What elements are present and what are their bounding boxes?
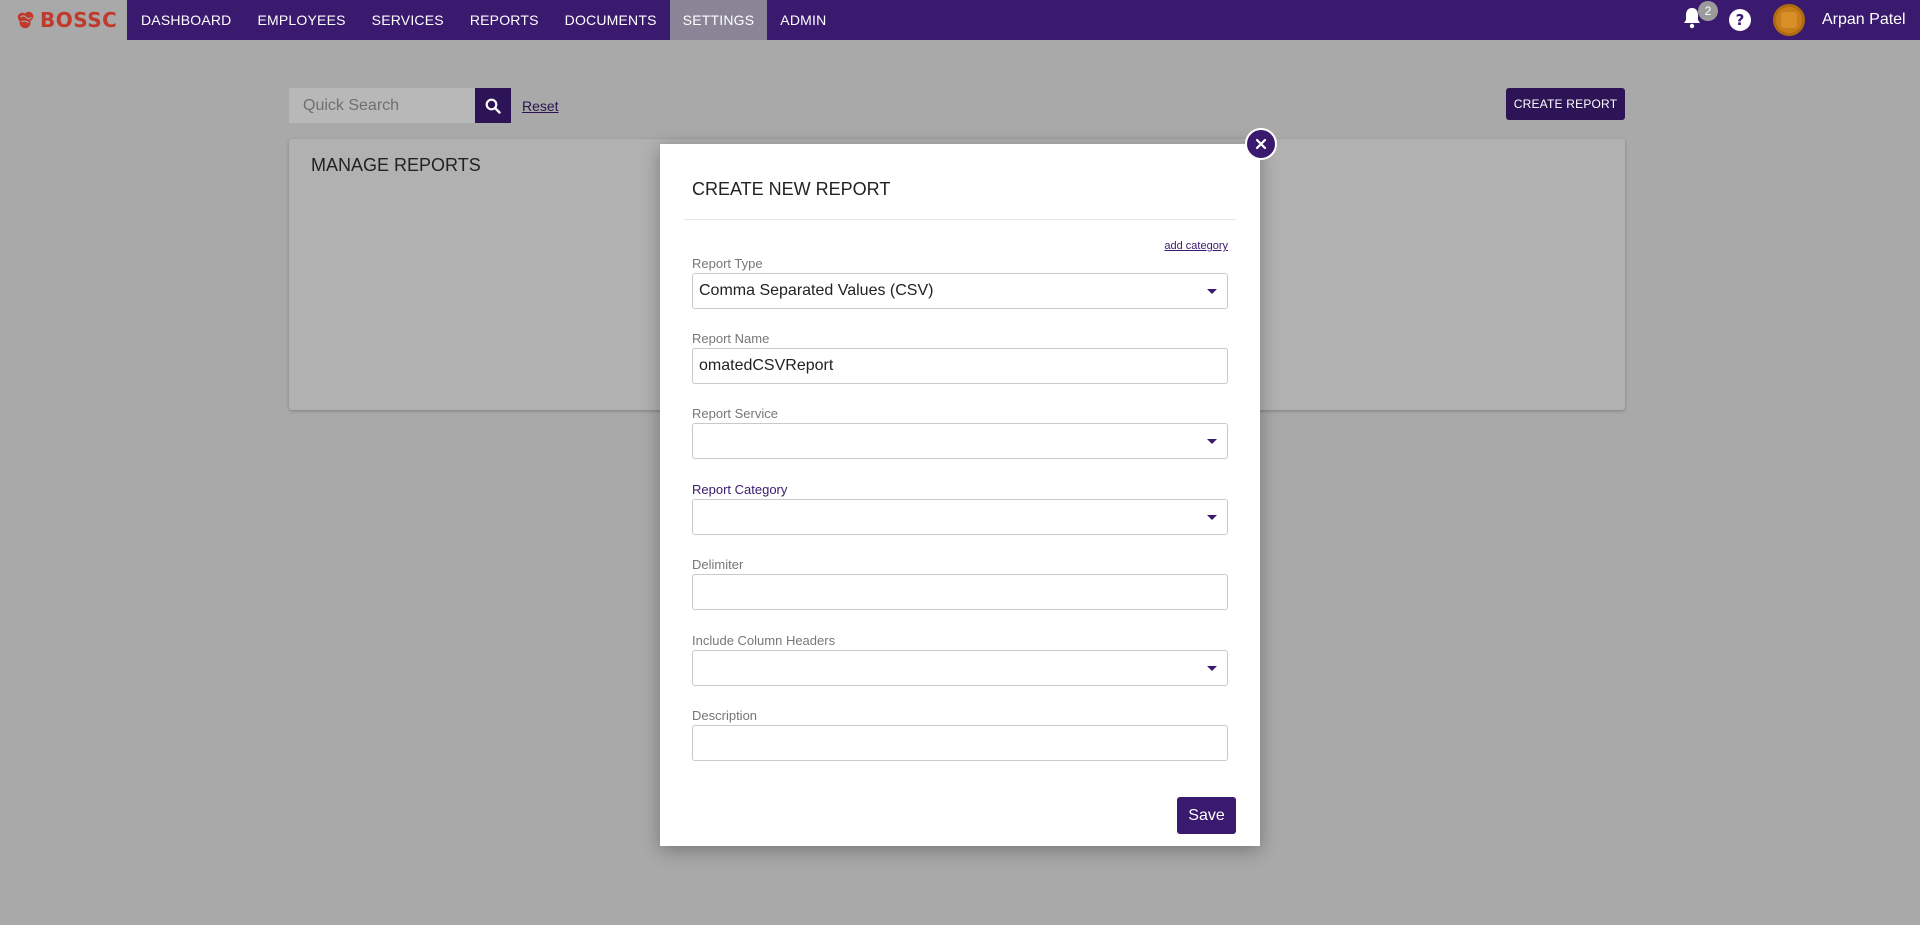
nav-item-dashboard[interactable]: DASHBOARD xyxy=(128,0,244,40)
reset-link[interactable]: Reset xyxy=(522,98,559,114)
description-label: Description xyxy=(692,708,758,723)
brand-name: BOSSC xyxy=(40,8,118,32)
report-name-input[interactable] xyxy=(692,348,1228,384)
caret-down-icon xyxy=(1207,439,1217,444)
report-service-label: Report Service xyxy=(692,406,778,421)
add-category-link[interactable]: add category xyxy=(1164,240,1228,252)
caret-down-icon xyxy=(1207,289,1217,294)
create-report-modal: CREATE NEW REPORT add category Report Ty… xyxy=(660,144,1260,846)
search-button[interactable] xyxy=(475,88,511,123)
brain-logo-icon xyxy=(17,11,34,29)
quick-search-input[interactable] xyxy=(289,88,475,123)
save-button[interactable]: Save xyxy=(1177,797,1236,834)
report-type-value: Comma Separated Values (CSV) xyxy=(699,282,934,299)
user-name[interactable]: Arpan Patel xyxy=(1822,11,1906,29)
nav-item-settings[interactable]: SETTINGS xyxy=(669,0,768,40)
report-category-select[interactable] xyxy=(692,499,1228,535)
report-name-label: Report Name xyxy=(692,331,770,346)
modal-divider xyxy=(684,219,1236,220)
panel-title: MANAGE REPORTS xyxy=(311,155,481,175)
caret-down-icon xyxy=(1207,666,1217,671)
include-column-headers-label: Include Column Headers xyxy=(692,633,836,648)
report-type-select[interactable]: Comma Separated Values (CSV) xyxy=(692,273,1228,309)
report-category-label: Report Category xyxy=(692,482,788,497)
nav-item-services[interactable]: SERVICES xyxy=(359,0,457,40)
modal-close-button[interactable] xyxy=(1245,128,1277,160)
svg-text:?: ? xyxy=(1736,11,1745,29)
caret-down-icon xyxy=(1207,515,1217,520)
main-nav: DASHBOARD EMPLOYEES SERVICES REPORTS DOC… xyxy=(128,0,839,40)
nav-item-employees[interactable]: EMPLOYEES xyxy=(244,0,358,40)
top-navbar: BOSSC DASHBOARD EMPLOYEES SERVICES REPOR… xyxy=(0,0,1920,40)
include-column-headers-select[interactable] xyxy=(692,650,1228,686)
search-icon xyxy=(485,98,501,114)
description-input[interactable] xyxy=(692,725,1228,761)
avatar[interactable] xyxy=(1773,4,1805,36)
report-service-select[interactable] xyxy=(692,423,1228,459)
notification-badge: 2 xyxy=(1698,1,1718,21)
modal-title: CREATE NEW REPORT xyxy=(692,179,891,199)
create-report-button[interactable]: CREATE REPORT xyxy=(1506,88,1625,120)
nav-item-documents[interactable]: DOCUMENTS xyxy=(552,0,670,40)
question-circle-icon[interactable]: ? xyxy=(1728,8,1752,32)
nav-item-admin[interactable]: ADMIN xyxy=(767,0,839,40)
report-type-label: Report Type xyxy=(692,256,763,271)
delimiter-input[interactable] xyxy=(692,574,1228,610)
close-icon xyxy=(1255,138,1267,150)
brand-logo[interactable]: BOSSC xyxy=(0,0,127,40)
nav-item-reports[interactable]: REPORTS xyxy=(457,0,552,40)
delimiter-label: Delimiter xyxy=(692,557,744,572)
